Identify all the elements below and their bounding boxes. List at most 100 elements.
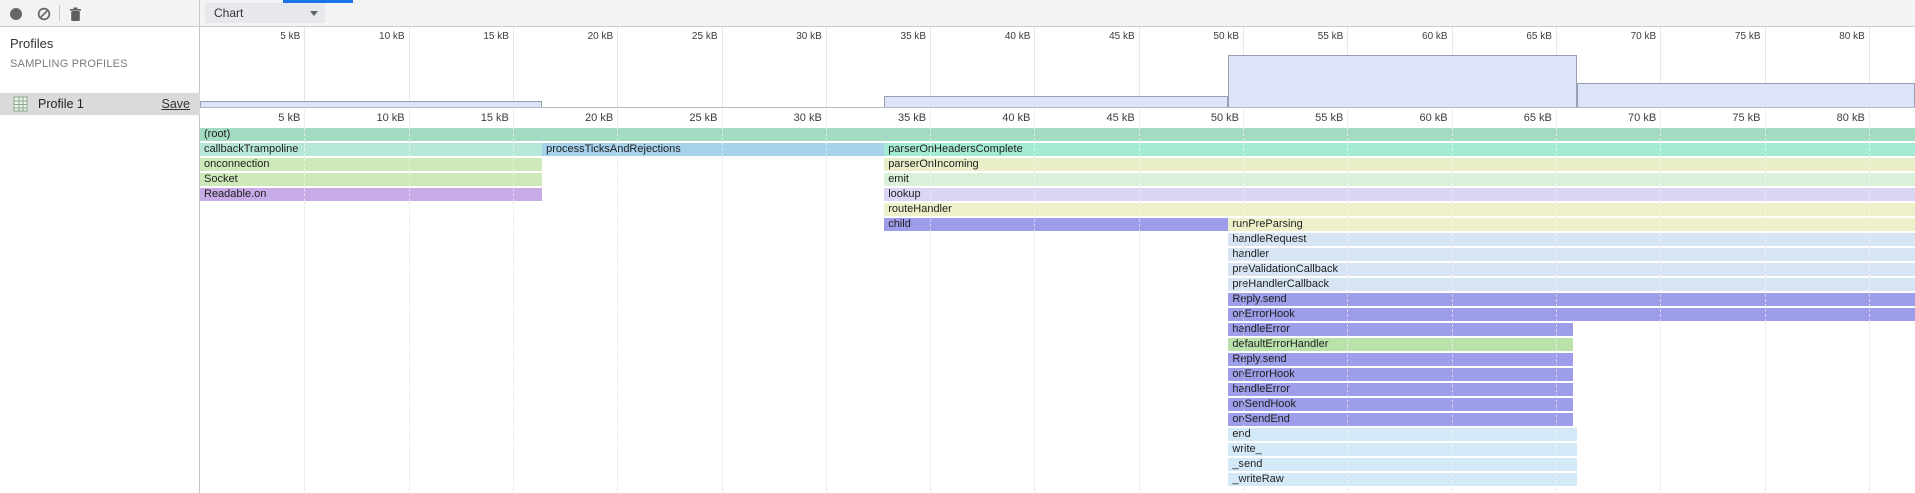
ruler-tick-label: 20 kB: [585, 112, 613, 124]
flame-bar-onsendhook[interactable]: onSendHook: [1228, 398, 1572, 411]
flame-bar-prehandlercallback[interactable]: preHandlerCallback: [1228, 278, 1914, 291]
flame-bar-label: handleError: [1232, 323, 1289, 336]
ruler-tick-label: 80 kB: [1839, 31, 1865, 42]
grid-line: [930, 108, 931, 493]
record-button[interactable]: [7, 5, 25, 23]
grid-line: [1243, 108, 1244, 493]
ruler-tick-label: 15 kB: [483, 31, 509, 42]
clear-button[interactable]: [35, 5, 53, 23]
grid-line: [826, 108, 827, 493]
ruler-tick-label: 45 kB: [1109, 31, 1135, 42]
ruler-tick-label: 75 kB: [1732, 112, 1760, 124]
ruler-tick-label: 30 kB: [794, 112, 822, 124]
flame-bar-label: _send: [1232, 458, 1262, 471]
flame-bar-label: onconnection: [204, 158, 269, 171]
grid-line: [1869, 108, 1870, 493]
flame-bar-socket[interactable]: Socket: [200, 173, 542, 186]
flame-bar-lookup[interactable]: lookup: [884, 188, 1915, 201]
sidebar-title: Profiles: [10, 36, 53, 51]
grid-line: [409, 108, 410, 493]
flame-bar-label: onErrorHook: [1232, 308, 1294, 321]
ruler-tick-label: 60 kB: [1422, 31, 1448, 42]
ruler-tick-label: 5 kB: [280, 31, 300, 42]
chevron-down-icon: [310, 11, 318, 16]
overview-step: [1228, 55, 1576, 107]
flame-bar-handleerror[interactable]: handleError: [1228, 323, 1572, 336]
grid-line: [826, 27, 827, 108]
flame-bar-label: onErrorHook: [1232, 368, 1294, 381]
flame-bar-onconnection[interactable]: onconnection: [200, 158, 542, 171]
profile-name: Profile 1: [38, 93, 84, 115]
profile-item-profile-1[interactable]: Profile 1 Save: [0, 93, 200, 115]
flame-bar-routehandler[interactable]: routeHandler: [884, 203, 1915, 216]
flame-bar-label: Socket: [204, 173, 238, 186]
ruler-tick-label: 70 kB: [1628, 112, 1656, 124]
ruler-tick-label: 55 kB: [1318, 31, 1344, 42]
ruler-tick-label: 55 kB: [1315, 112, 1343, 124]
flame-bar--root-[interactable]: (root): [200, 128, 1915, 141]
ruler-tick-label: 30 kB: [796, 31, 822, 42]
flame-bar-reply-send[interactable]: Reply.send: [1228, 353, 1572, 366]
flame-bar-label: child: [888, 218, 911, 231]
ruler-tick-label: 60 kB: [1419, 112, 1447, 124]
flame-bar-child[interactable]: child: [884, 218, 1228, 231]
flame-bar-handler[interactable]: handler: [1228, 248, 1914, 261]
view-mode-value: Chart: [214, 6, 243, 20]
ruler-tick-label: 40 kB: [1002, 112, 1030, 124]
flame-bar-parseronheaderscomplete[interactable]: parserOnHeadersComplete: [884, 143, 1915, 156]
flame-bar-emit[interactable]: emit: [884, 173, 1915, 186]
grid-line: [617, 27, 618, 108]
flame-chart-pane: 5 kB10 kB15 kB20 kB25 kB30 kB35 kB40 kB4…: [200, 108, 1915, 493]
ruler-tick-label: 65 kB: [1524, 112, 1552, 124]
flame-bar-handleerror[interactable]: handleError: [1228, 383, 1572, 396]
flame-bar-reply-send[interactable]: Reply.send: [1228, 293, 1914, 306]
flame-bar-parseronincoming[interactable]: parserOnIncoming: [884, 158, 1915, 171]
ruler-tick-label: 10 kB: [379, 31, 405, 42]
ruler-tick-label: 25 kB: [689, 112, 717, 124]
ruler-tick-label: 50 kB: [1213, 31, 1239, 42]
flame-bar-label: parserOnHeadersComplete: [888, 143, 1023, 156]
overview-step: [1577, 83, 1915, 107]
ruler-tick-label: 50 kB: [1211, 112, 1239, 124]
grid-line: [304, 108, 305, 493]
flame-bar-write-[interactable]: write_: [1228, 443, 1576, 456]
flame-bar-label: write_: [1232, 443, 1261, 456]
grid-line: [1765, 108, 1766, 493]
flame-bar--writeraw[interactable]: _writeRaw: [1228, 473, 1576, 486]
flame-bar--send[interactable]: _send: [1228, 458, 1576, 471]
grid-line: [722, 27, 723, 108]
flame-bar-prevalidationcallback[interactable]: preValidationCallback: [1228, 263, 1914, 276]
flame-bar-label: handleError: [1232, 383, 1289, 396]
flame-bar-defaulterrorhandler[interactable]: defaultErrorHandler: [1228, 338, 1572, 351]
memory-overview-pane[interactable]: 5 kB10 kB15 kB20 kB25 kB30 kB35 kB40 kB4…: [200, 27, 1915, 108]
flame-bar-label: preValidationCallback: [1232, 263, 1338, 276]
delete-profile-button[interactable]: [66, 5, 84, 23]
grid-line: [1556, 108, 1557, 493]
grid-line: [513, 108, 514, 493]
grid-line: [617, 108, 618, 493]
grid-line: [1139, 108, 1140, 493]
flame-bar-label: _writeRaw: [1232, 473, 1283, 486]
flame-bar-label: lookup: [888, 188, 920, 201]
flame-bar-runpreparsing[interactable]: runPreParsing: [1228, 218, 1914, 231]
ruler-tick-label: 25 kB: [692, 31, 718, 42]
flame-bar-onerrorhook[interactable]: onErrorHook: [1228, 308, 1914, 321]
flame-bar-handlerequest[interactable]: handleRequest: [1228, 233, 1914, 246]
ruler-tick-label: 75 kB: [1735, 31, 1761, 42]
flame-bar-label: preHandlerCallback: [1232, 278, 1329, 291]
flame-bar-readable-on[interactable]: Readable.on: [200, 188, 542, 201]
flame-bar-processticksandrejections[interactable]: processTicksAndRejections: [542, 143, 884, 156]
grid-line: [513, 27, 514, 108]
flame-bar-label: (root): [204, 128, 230, 141]
save-profile-link[interactable]: Save: [162, 93, 191, 115]
flame-bar-onsendend[interactable]: onSendEnd: [1228, 413, 1572, 426]
flame-bar-label: handler: [1232, 248, 1269, 261]
view-mode-select[interactable]: Chart: [205, 3, 325, 23]
flame-bar-callbacktrampoline[interactable]: callbackTrampoline: [200, 143, 542, 156]
flame-bar-label: onSendHook: [1232, 398, 1296, 411]
overview-step: [884, 96, 1228, 107]
record-icon: [9, 7, 23, 21]
flame-bar-label: defaultErrorHandler: [1232, 338, 1328, 351]
flame-bar-end[interactable]: end: [1228, 428, 1576, 441]
flame-bar-onerrorhook[interactable]: onErrorHook: [1228, 368, 1572, 381]
